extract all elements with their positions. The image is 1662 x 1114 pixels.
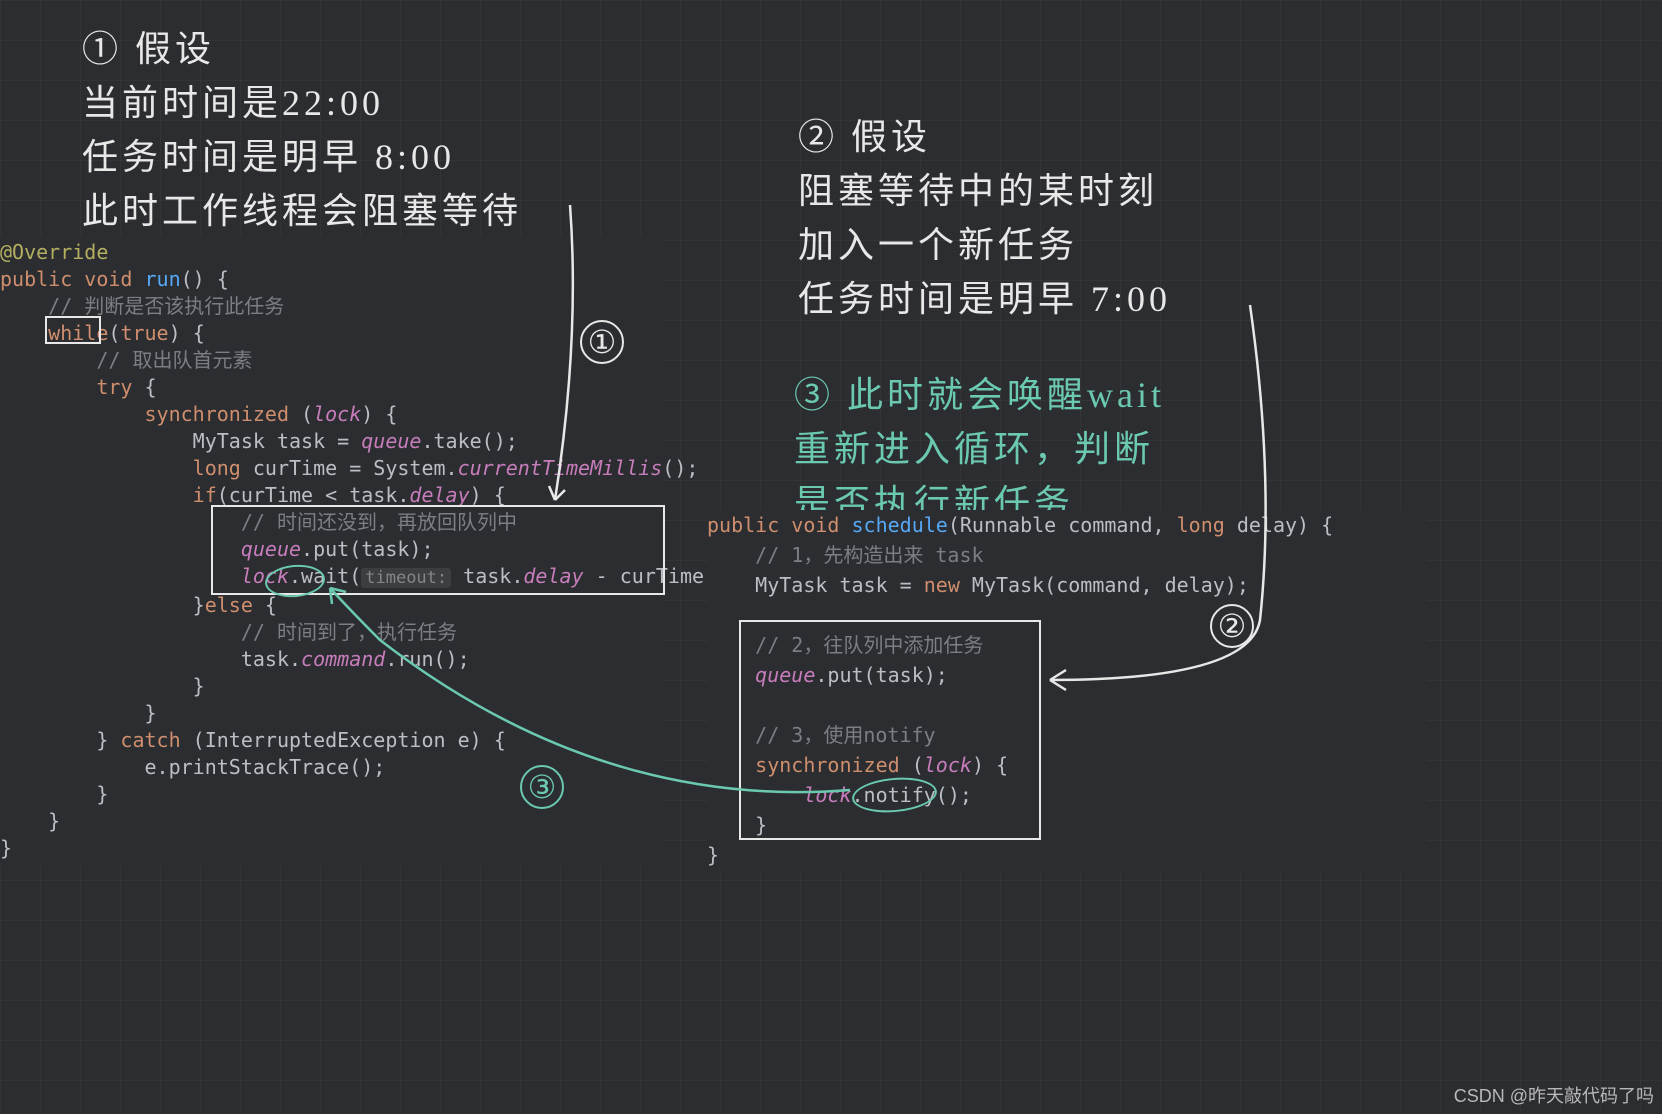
marker-2: ② [1210, 604, 1254, 648]
note-2: ② 假设 阻塞等待中的某时刻 加入一个新任务 任务时间是明早 7:00 [798, 110, 1171, 326]
watermark: CSDN @昨天敲代码了吗 [1454, 1082, 1654, 1108]
marker-3: ③ [520, 765, 564, 809]
note-1: ① 假设 当前时间是22:00 任务时间是明早 8:00 此时工作线程会阻塞等待 [82, 22, 522, 238]
highlight-while [45, 316, 101, 344]
marker-1: ① [580, 320, 624, 364]
note-3: ③ 此时就会唤醒wait 重新进入循环，判断 是否执行新任务 [794, 368, 1165, 530]
